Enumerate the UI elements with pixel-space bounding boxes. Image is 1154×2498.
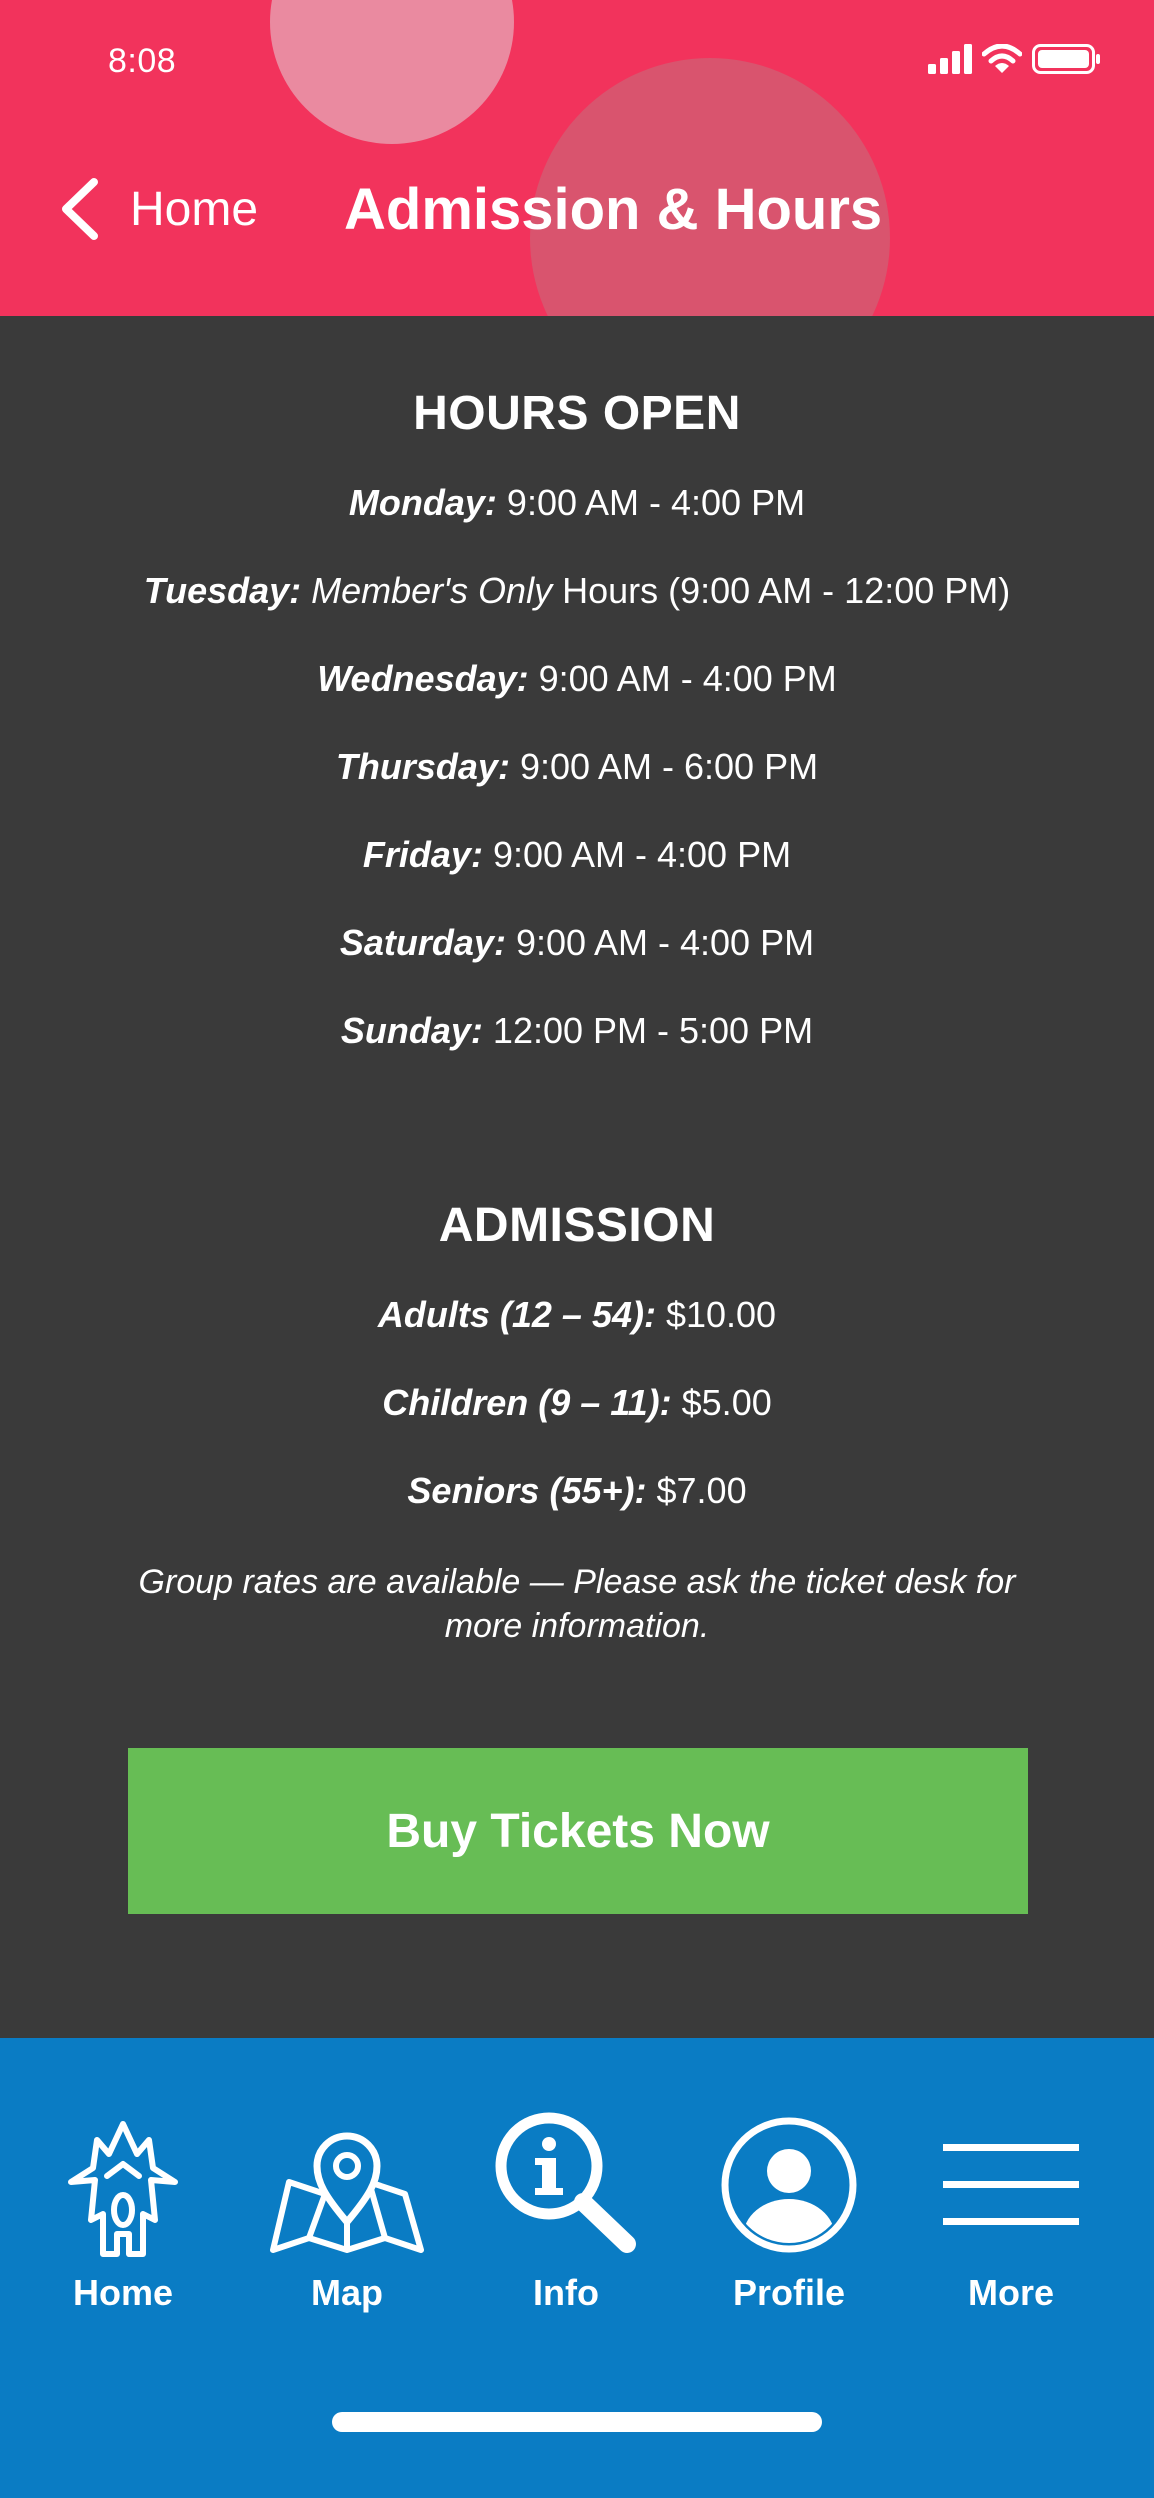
day-note: Member's Only: [301, 570, 553, 611]
day-label: Tuesday:: [143, 570, 302, 611]
hours-row-monday: Monday: 9:00 AM - 4:00 PM: [0, 482, 1154, 524]
hours-row-saturday: Saturday: 9:00 AM - 4:00 PM: [0, 922, 1154, 964]
nav-label-home: Home: [72, 2272, 174, 2313]
decorative-circle: [270, 0, 514, 144]
day-label: Saturday:: [339, 922, 506, 963]
day-label: Sunday:: [340, 1010, 483, 1051]
hamburger-menu-icon: [943, 2144, 1079, 2225]
day-time: 9:00 AM - 6:00 PM: [509, 746, 819, 787]
nav-label-map: Map: [311, 2272, 383, 2313]
hours-row-tuesday: Tuesday: Member's Only Hours (9:00 AM - …: [0, 570, 1154, 612]
app-screen: 8:08 Home Admission & Hours HOURS OPEN M…: [0, 0, 1154, 2498]
nav-item-profile[interactable]: Profile: [699, 2110, 879, 2350]
hours-row-thursday: Thursday: 9:00 AM - 6:00 PM: [0, 746, 1154, 788]
admission-row-seniors: Seniors (55+): $7.00: [0, 1470, 1154, 1512]
nav-label-info: Info: [533, 2272, 599, 2313]
nav-label-profile: Profile: [732, 2272, 846, 2313]
header-bar: 8:08 Home Admission & Hours: [0, 0, 1154, 316]
hours-row-wednesday: Wednesday: 9:00 AM - 4:00 PM: [0, 658, 1154, 700]
bottom-nav: Home Map Info Profile More: [0, 2038, 1154, 2498]
admission-price: $5.00: [671, 1382, 772, 1423]
day-time: 12:00 PM - 5:00 PM: [482, 1010, 814, 1051]
day-label: Monday:: [348, 482, 497, 523]
home-indicator[interactable]: [332, 2412, 822, 2432]
status-time: 8:08: [108, 42, 177, 80]
cellular-signal-icon: [928, 44, 972, 74]
day-time: 9:00 AM - 4:00 PM: [505, 922, 815, 963]
day-label: Wednesday:: [317, 658, 529, 699]
day-time: 9:00 AM - 4:00 PM: [528, 658, 837, 699]
admission-label: Adults (12 – 54):: [377, 1294, 656, 1335]
info-search-icon: [495, 2112, 636, 2253]
day-label: Friday:: [362, 834, 483, 875]
chevron-left-icon: [62, 178, 98, 240]
house-icon: [68, 2121, 178, 2257]
admission-price: $7.00: [646, 1470, 747, 1511]
back-label: Home: [130, 182, 259, 236]
day-time: 9:00 AM - 4:00 PM: [482, 834, 792, 875]
status-icons: [928, 44, 1102, 74]
day-time: Hours (9:00 AM - 12:00 PM): [552, 570, 1011, 611]
admission-row-adults: Adults (12 – 54): $10.00: [0, 1294, 1154, 1336]
map-pin-icon: [270, 2132, 424, 2253]
buy-tickets-button[interactable]: Buy Tickets Now: [128, 1748, 1028, 1914]
admission-heading: ADMISSION: [438, 1199, 716, 1252]
admission-label: Seniors (55+):: [407, 1470, 647, 1511]
user-avatar-icon: [721, 2117, 857, 2253]
nav-item-info[interactable]: Info: [476, 2110, 656, 2350]
nav-item-map[interactable]: Map: [257, 2110, 437, 2350]
hours-heading: HOURS OPEN: [413, 387, 741, 440]
group-rates-note: Group rates are available — Please ask t…: [138, 1563, 1016, 1645]
day-time: 9:00 AM - 4:00 PM: [496, 482, 806, 523]
nav-label-more: More: [967, 2272, 1054, 2313]
hours-row-sunday: Sunday: 12:00 PM - 5:00 PM: [0, 1010, 1154, 1052]
day-label: Thursday:: [335, 746, 510, 787]
battery-icon: [1032, 44, 1100, 74]
wifi-icon: [982, 44, 1022, 73]
nav-item-more[interactable]: More: [921, 2110, 1101, 2350]
admission-row-children: Children (9 – 11): $5.00: [0, 1382, 1154, 1424]
page-title: Admission & Hours: [344, 177, 883, 242]
admission-price: $10.00: [655, 1294, 777, 1335]
back-button[interactable]: Home: [58, 178, 258, 240]
content-area: HOURS OPEN Monday: 9:00 AM - 4:00 PM Tue…: [0, 316, 1154, 2038]
hours-row-friday: Friday: 9:00 AM - 4:00 PM: [0, 834, 1154, 876]
nav-item-home[interactable]: Home: [33, 2110, 213, 2350]
admission-label: Children (9 – 11):: [382, 1382, 672, 1423]
